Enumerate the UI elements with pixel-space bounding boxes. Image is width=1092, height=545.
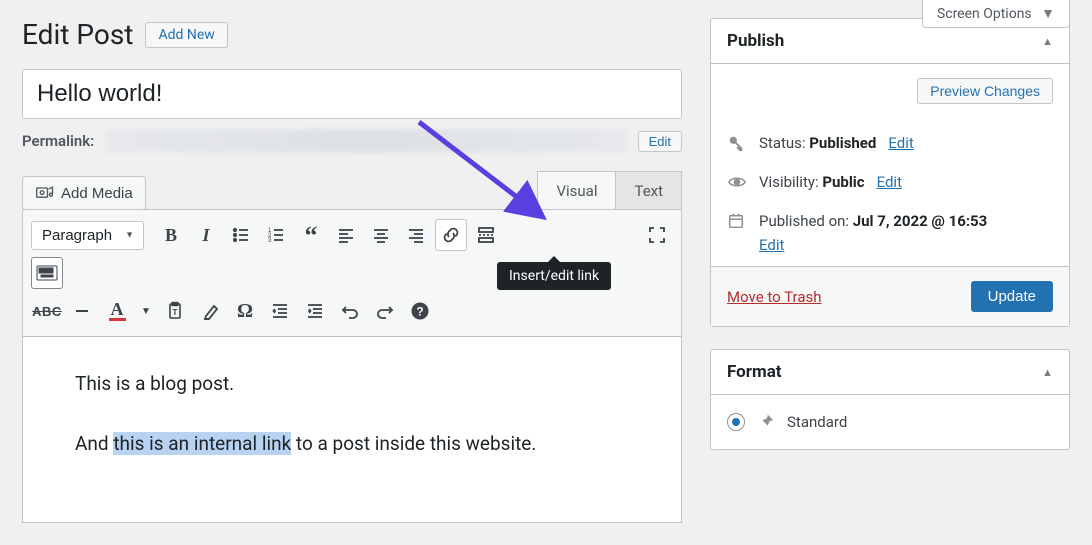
editor-body[interactable]: This is a blog post. And this is an inte… [22,337,682,523]
add-new-button[interactable]: Add New [145,22,227,48]
format-box: Format ▲ Standard [710,349,1070,450]
undo-button[interactable] [334,295,366,327]
format-standard-row[interactable]: Standard [727,407,1053,437]
add-media-label: Add Media [61,185,133,202]
publish-heading: Publish [727,31,784,51]
editor-toolbar: Paragraph B I 123 “ [22,209,682,337]
svg-text:3: 3 [268,238,272,244]
move-to-trash-link[interactable]: Move to Trash [727,288,821,306]
blockquote-button[interactable]: “ [295,219,327,251]
chevron-up-icon: ▲ [1042,35,1053,48]
chevron-down-icon: ▼ [1041,6,1055,22]
update-button[interactable]: Update [971,281,1053,312]
paste-text-button[interactable]: T [159,295,191,327]
italic-button[interactable]: I [190,219,222,251]
content-paragraph-1: This is a blog post. [75,369,629,399]
align-left-button[interactable] [330,219,362,251]
post-title-input[interactable] [22,69,682,119]
outdent-button[interactable] [264,295,296,327]
align-center-button[interactable] [365,219,397,251]
content-paragraph-2: And this is an internal link to a post i… [75,429,629,459]
camera-music-icon [35,183,55,203]
selected-text: this is an internal link [113,432,291,455]
chevron-up-icon: ▲ [1042,366,1053,379]
readmore-button[interactable] [470,219,502,251]
fullscreen-button[interactable] [641,219,673,251]
insert-link-button[interactable] [435,219,467,251]
bullet-list-button[interactable] [225,219,257,251]
format-heading: Format [727,362,782,382]
format-select-wrap[interactable]: Paragraph [31,221,144,250]
svg-text:T: T [173,308,178,317]
eye-icon [727,172,747,192]
permalink-row: Permalink: Edit [22,129,682,153]
permalink-url [104,129,627,153]
main-content: Edit Post Add New Permalink: Edit [22,18,682,523]
text-color-button[interactable]: A [101,295,133,327]
edit-date-link[interactable]: Edit [759,236,784,254]
calendar-icon [727,212,747,230]
edit-status-link[interactable]: Edit [888,134,913,152]
format-header[interactable]: Format ▲ [711,350,1069,395]
bold-button[interactable]: B [155,219,187,251]
add-media-button[interactable]: Add Media [22,176,146,210]
preview-changes-button[interactable]: Preview Changes [917,78,1053,104]
help-button[interactable]: ? [404,295,436,327]
edit-visibility-link[interactable]: Edit [877,173,902,191]
page-heading: Edit Post Add New [22,18,682,51]
visibility-row: Visibility: Public Edit [727,162,1053,202]
text-color-dropdown[interactable]: ▼ [136,295,156,327]
page-title: Edit Post [22,18,133,51]
indent-button[interactable] [299,295,331,327]
align-right-button[interactable] [400,219,432,251]
keyboard-button[interactable] [31,257,63,289]
screen-options-toggle[interactable]: Screen Options ▼ [922,0,1070,28]
radio-standard[interactable] [727,413,745,431]
hr-button[interactable] [66,295,98,327]
published-on-row: Published on: Jul 7, 2022 @ 16:53 [727,202,1053,240]
tab-text[interactable]: Text [615,171,682,210]
format-select[interactable]: Paragraph [31,221,144,250]
format-standard-label: Standard [787,413,847,431]
key-icon [727,134,747,152]
special-char-button[interactable]: Ω [229,295,261,327]
permalink-label: Permalink: [22,132,94,150]
strikethrough-button[interactable]: ABC [31,295,63,327]
editor-tabs: Visual Text [538,171,682,210]
tooltip-insert-link: Insert/edit link [497,262,611,290]
publish-box: Publish ▲ Preview Changes Status: Publis… [710,18,1070,327]
editor: Add Media Visual Text [22,171,682,523]
screen-options-label: Screen Options [937,6,1032,22]
clear-formatting-button[interactable] [194,295,226,327]
numbered-list-button[interactable]: 123 [260,219,292,251]
redo-button[interactable] [369,295,401,327]
tab-visual[interactable]: Visual [537,171,616,210]
pin-icon [757,413,775,431]
edit-permalink-button[interactable]: Edit [638,131,682,152]
status-row: Status: Published Edit [727,124,1053,162]
sidebar: Publish ▲ Preview Changes Status: Publis… [710,18,1070,523]
svg-text:?: ? [416,305,423,319]
